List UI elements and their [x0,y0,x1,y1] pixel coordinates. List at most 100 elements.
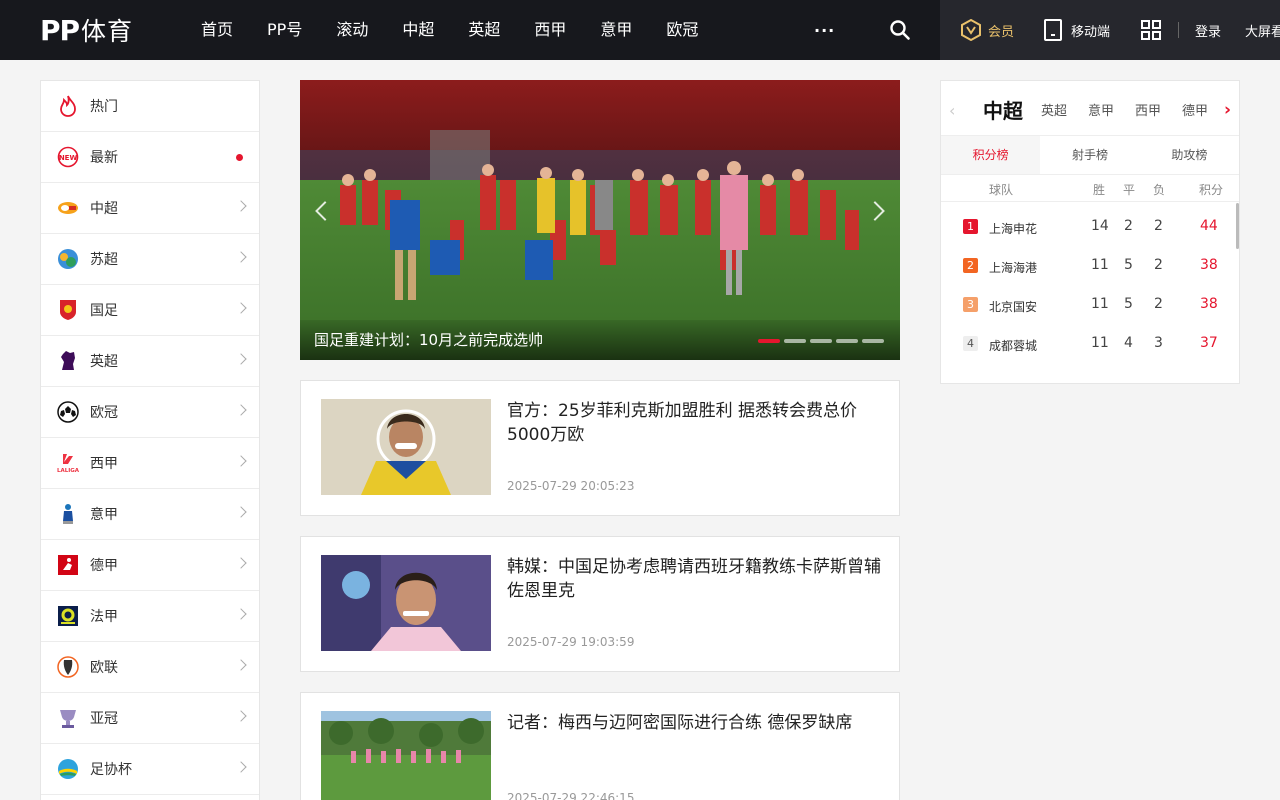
news-title[interactable]: 记者：梅西与迈阿密国际进行合练 德保罗缺席 [507,711,883,735]
news-card[interactable]: 官方：25岁菲利克斯加盟胜利 据悉转会费总价5000万欧 2025-07-29 … [300,380,900,516]
tab-assists[interactable]: 助攻榜 [1140,136,1239,174]
tab-points[interactable]: 积分榜 [941,136,1041,174]
league-tab-premier-league[interactable]: 英超 [1041,100,1067,119]
standings-panel: ‹ 中超 英超 意甲 西甲 德甲 › 积分榜 射手榜 助攻榜 球队 胜 平 负 … [940,80,1240,384]
chevron-right-icon [235,353,247,365]
news-card[interactable]: 韩媒：中国足协考虑聘请西班牙籍教练卡萨斯曾辅佐恩里克 2025-07-29 19… [300,536,900,672]
losses-value: 2 [1154,296,1163,312]
league-tab-laliga[interactable]: 西甲 [1135,100,1161,119]
wins-value: 11 [1091,335,1109,351]
sidebar-item-fa-cup[interactable]: 足协杯 [41,744,259,795]
tab-scorers[interactable]: 射手榜 [1040,136,1139,174]
more-nav-button[interactable]: ··· [814,21,835,40]
nav-rolling[interactable]: 滚动 [320,0,384,60]
mobile-button[interactable]: 移动端 [1043,0,1110,60]
points-value: 37 [1200,335,1218,351]
sidebar-item-afc[interactable]: 亚冠 [41,693,259,744]
sidebar-item-ligue1[interactable]: 法甲 [41,591,259,642]
nav-serie-a[interactable]: 意甲 [584,0,648,60]
league-tab-bundesliga[interactable]: 德甲 [1182,100,1208,119]
nav-csl[interactable]: 中超 [386,0,450,60]
mobile-label: 移动端 [1071,24,1111,40]
chevron-right-icon [235,710,247,722]
sidebar-item-label: 热门 [90,99,118,115]
nav-premier-league[interactable]: 英超 [452,0,516,60]
news-thumbnail[interactable] [321,711,491,800]
svg-text:LALIGA: LALIGA [57,468,79,474]
rank-badge: 3 [963,297,978,312]
draws-value: 5 [1124,257,1133,273]
sidebar-item-bundesliga[interactable]: 德甲 [41,540,259,591]
news-title[interactable]: 官方：25岁菲利克斯加盟胜利 据悉转会费总价5000万欧 [507,399,883,447]
draws-value: 5 [1124,296,1133,312]
standings-header: 球队 胜 平 负 积分 [941,175,1239,202]
team-name: 上海海港 [989,261,1038,275]
sidebar-item-hot[interactable]: 热门 [41,81,259,132]
sidebar-item-label: 法甲 [90,609,118,625]
sidebar-item-csl[interactable]: 中超 [41,183,259,234]
nav-laliga[interactable]: 西甲 [518,0,582,60]
login-button[interactable]: 登录 [1195,0,1221,60]
unread-dot [236,154,243,161]
champions-league-icon [57,401,79,423]
league-tab-serie-a[interactable]: 意甲 [1088,100,1114,119]
header-right-panel: 会员 移动端 登录 大屏看 [940,0,1280,60]
afc-cup-icon [57,707,79,729]
europa-league-icon [57,656,79,678]
banner-dot[interactable] [810,339,832,343]
grid-menu-icon[interactable] [1141,0,1161,60]
search-icon[interactable] [889,19,911,41]
nav-pp-hao[interactable]: PP号 [251,0,318,60]
standings-row[interactable]: 3 北京国安 11 5 2 38 [941,292,1239,331]
logo-pp: PP [40,13,80,47]
nav-champions-league[interactable]: 欧冠 [650,0,714,60]
news-thumbnail[interactable] [321,399,491,495]
chevron-right-icon [235,251,247,263]
league-tab-csl[interactable]: 中超 [983,95,1023,124]
sidebar-item-jiangsu[interactable]: 苏超 [41,234,259,285]
sidebar-item-europa-league[interactable]: 欧联 [41,642,259,693]
chevron-right-icon[interactable]: › [1224,100,1231,120]
news-title[interactable]: 韩媒：中国足协考虑聘请西班牙籍教练卡萨斯曾辅佐恩里克 [507,555,883,603]
vip-button[interactable]: 会员 [960,0,1014,60]
bigscreen-button[interactable]: 大屏看 [1245,0,1280,60]
sidebar-item-premier-league[interactable]: 英超 [41,336,259,387]
standings-row[interactable]: 2 上海海港 11 5 2 38 [941,253,1239,292]
banner-dot[interactable] [784,339,806,343]
csl-logo-icon [57,197,79,219]
col-points: 积分 [1199,183,1224,197]
sidebar-item-national-team[interactable]: 国足 [41,285,259,336]
sidebar-item-label: 欧联 [90,660,118,676]
nav-home[interactable]: 首页 [185,0,249,60]
standings-row[interactable]: 4 成都蓉城 11 4 3 37 [941,331,1239,370]
news-card[interactable]: 记者：梅西与迈阿密国际进行合练 德保罗缺席 2025-07-29 22:46:1… [300,692,900,800]
news-timestamp: 2025-07-29 19:03:59 [507,635,635,649]
draws-value: 4 [1124,335,1133,351]
site-logo[interactable]: PP 体育 [40,13,133,47]
banner-dot[interactable] [862,339,884,343]
rank-badge: 2 [963,258,978,273]
sidebar-item-laliga[interactable]: LALIGA 西甲 [41,438,259,489]
news-thumbnail[interactable] [321,555,491,651]
rank-badge: 1 [963,219,978,234]
chevron-right-icon [235,608,247,620]
standings-row[interactable]: 1 上海申花 14 2 2 44 [941,214,1239,253]
sidebar-item-serie-a[interactable]: 意甲 [41,489,259,540]
wins-value: 11 [1091,296,1109,312]
hero-banner[interactable]: 国足重建计划：10月之前完成选帅 [300,80,900,360]
category-sidebar: 热门 NEW 最新 中超 苏超 国足 英超 欧冠 LALIGA 西甲 意甲 德甲… [40,80,260,800]
losses-value: 2 [1154,257,1163,273]
points-value: 38 [1200,296,1218,312]
header-divider [1178,22,1179,38]
sidebar-item-latest[interactable]: NEW 最新 [41,132,259,183]
sidebar-item-label: 欧冠 [90,405,118,421]
banner-dot[interactable] [836,339,858,343]
banner-dot[interactable] [758,339,780,343]
news-timestamp: 2025-07-29 22:46:15 [507,791,635,800]
chevron-left-icon[interactable]: ‹ [949,101,955,120]
sidebar-item-champions-league[interactable]: 欧冠 [41,387,259,438]
standings-scrollbar[interactable] [1236,203,1239,249]
team-name: 北京国安 [989,300,1038,314]
chevron-right-icon [235,455,247,467]
team-name: 上海申花 [989,222,1038,236]
